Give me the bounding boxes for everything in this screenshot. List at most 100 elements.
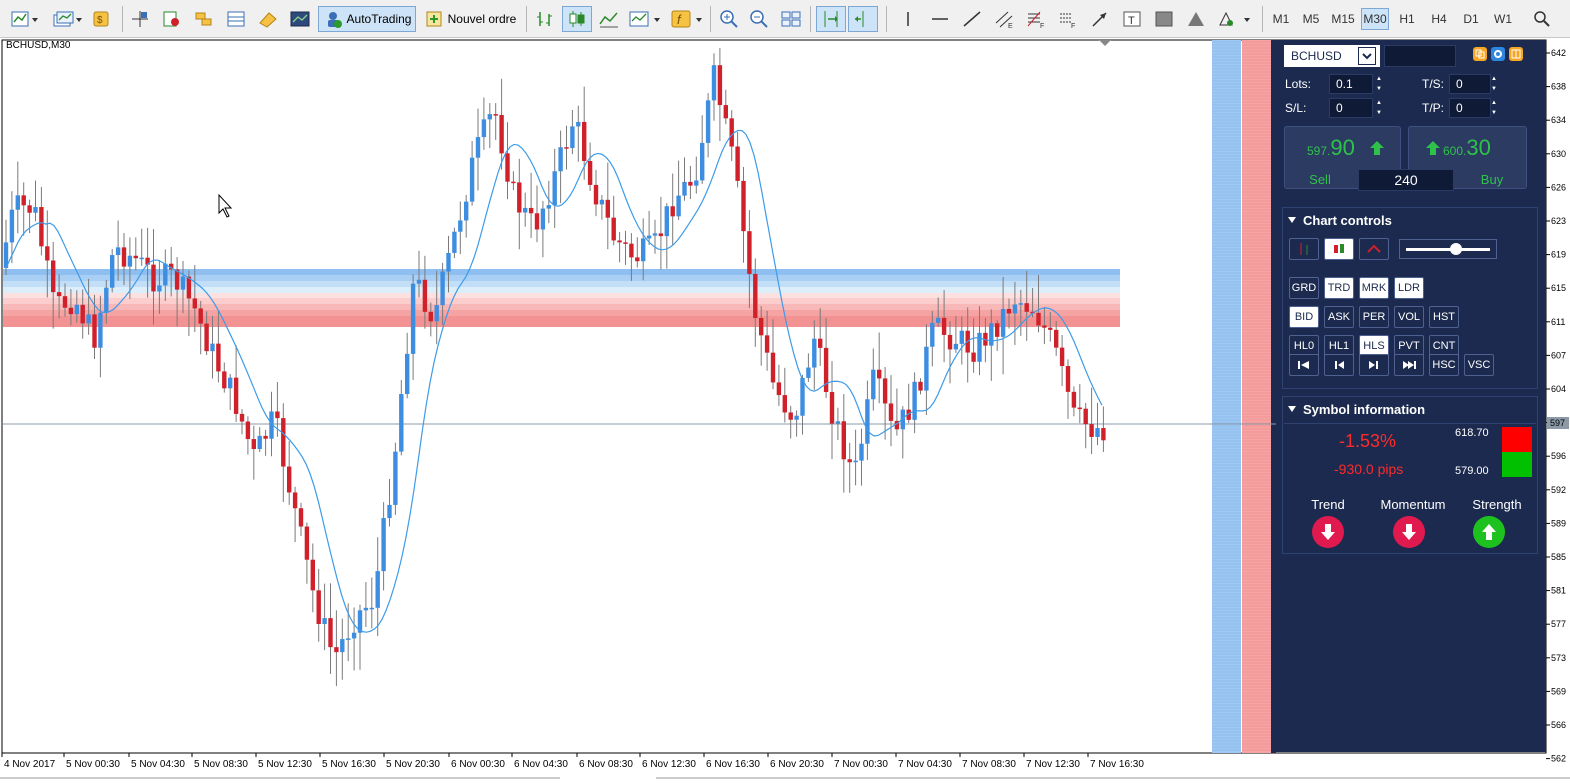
control-vol-button[interactable]: VOL bbox=[1394, 306, 1424, 328]
autoscroll-icon[interactable] bbox=[848, 6, 878, 32]
ts-spinner-icon[interactable]: ▲ ▼ bbox=[1489, 74, 1499, 94]
spread-input[interactable]: 240 bbox=[1358, 169, 1454, 191]
experts-icon[interactable] bbox=[256, 6, 280, 32]
control-bid-button[interactable]: BID bbox=[1289, 306, 1319, 328]
equidistant-channel-icon[interactable]: E bbox=[992, 6, 1016, 32]
zoom-slider[interactable] bbox=[1399, 239, 1497, 259]
text-tool-icon[interactable]: T bbox=[1120, 6, 1144, 32]
lots-spinner-icon[interactable]: ▲ ▼ bbox=[1374, 74, 1384, 94]
svg-text:$: $ bbox=[97, 15, 103, 26]
first-bar-button[interactable] bbox=[1289, 354, 1319, 376]
candlestick-chart-icon[interactable] bbox=[562, 6, 592, 32]
collapse-triangle-icon[interactable] bbox=[1287, 404, 1297, 414]
chart-shift-icon[interactable] bbox=[816, 6, 846, 32]
bearish-candle bbox=[1083, 408, 1088, 425]
bearish-candle bbox=[582, 121, 587, 161]
timeframe-h1[interactable]: H1 bbox=[1392, 8, 1422, 30]
timeframe-m5[interactable]: M5 bbox=[1296, 8, 1326, 30]
fibonacci-fan-icon[interactable]: F bbox=[1056, 6, 1080, 32]
arrow-tool-icon[interactable] bbox=[1088, 6, 1112, 32]
prev-bar-button[interactable] bbox=[1324, 354, 1354, 376]
bullish-candle bbox=[369, 607, 374, 610]
candles-icon bbox=[1334, 244, 1344, 253]
trend-label: Trend bbox=[1311, 497, 1345, 512]
collapse-triangle-icon[interactable] bbox=[1287, 215, 1297, 225]
bearish-candle bbox=[941, 317, 947, 335]
tp-input[interactable]: 0 bbox=[1449, 98, 1491, 118]
shapes-icon[interactable] bbox=[1214, 6, 1254, 32]
bullish-candle bbox=[139, 257, 144, 260]
settings-gear-icon[interactable] bbox=[1491, 47, 1505, 61]
copy-icon[interactable] bbox=[1473, 47, 1487, 61]
bearish-candle bbox=[45, 246, 50, 261]
line-chart-icon[interactable] bbox=[596, 6, 622, 32]
new-chart-icon[interactable] bbox=[8, 6, 42, 32]
slider-thumb[interactable] bbox=[1450, 243, 1462, 255]
bearish-candle bbox=[818, 338, 823, 348]
control-ask-button[interactable]: ASK bbox=[1324, 306, 1354, 328]
chevron-down-icon[interactable] bbox=[1358, 47, 1376, 65]
vertical-line-icon[interactable] bbox=[896, 6, 920, 32]
last-bar-button[interactable] bbox=[1394, 354, 1424, 376]
sl-spinner-icon[interactable]: ▲ ▼ bbox=[1374, 98, 1384, 118]
control-ldr-button[interactable]: LDR bbox=[1394, 277, 1424, 299]
tester-icon[interactable] bbox=[224, 6, 248, 32]
control-mrk-button[interactable]: MRK bbox=[1359, 277, 1389, 299]
timeframe-h4[interactable]: H4 bbox=[1424, 8, 1454, 30]
chart-type-bars-button[interactable] bbox=[1289, 238, 1319, 260]
symbol-extra-field[interactable] bbox=[1384, 45, 1456, 67]
new-order-button[interactable]: Nouvel ordre bbox=[420, 6, 520, 32]
timeframe-m30[interactable]: M30 bbox=[1361, 8, 1389, 30]
chart-type-line-button[interactable] bbox=[1359, 238, 1389, 260]
tile-windows-icon[interactable] bbox=[778, 6, 804, 32]
sl-input[interactable]: 0 bbox=[1329, 98, 1373, 118]
bearish-candle bbox=[658, 233, 664, 237]
bearish-candle bbox=[493, 114, 498, 116]
timeframe-w1[interactable]: W1 bbox=[1488, 8, 1518, 30]
bullish-candle bbox=[936, 317, 941, 323]
fibonacci-icon[interactable]: F bbox=[1024, 6, 1048, 32]
text-label-icon[interactable] bbox=[1152, 6, 1176, 32]
triangle-tool-icon[interactable] bbox=[1184, 6, 1208, 32]
chart-window-icon[interactable] bbox=[288, 6, 312, 32]
control-grd-button[interactable]: GRD bbox=[1289, 277, 1319, 299]
control-hsc-button[interactable]: HSC bbox=[1429, 354, 1459, 376]
control-hst-button[interactable]: HST bbox=[1429, 306, 1459, 328]
timeframe-m1[interactable]: M1 bbox=[1266, 8, 1296, 30]
bullish-candle bbox=[440, 271, 445, 306]
tp-spinner-icon[interactable]: ▲ ▼ bbox=[1489, 98, 1499, 118]
bearish-candle bbox=[304, 526, 310, 560]
price-axis-label: 585 bbox=[1551, 552, 1566, 562]
terminal-icon[interactable] bbox=[192, 6, 216, 32]
next-bar-button[interactable] bbox=[1359, 354, 1389, 376]
zoom-in-icon[interactable] bbox=[716, 6, 742, 32]
autotrading-button[interactable]: AutoTrading bbox=[318, 6, 416, 32]
trendline-icon[interactable] bbox=[960, 6, 984, 32]
navigator-icon[interactable] bbox=[160, 6, 184, 32]
profiles-icon[interactable] bbox=[50, 6, 84, 32]
control-trd-button[interactable]: TRD bbox=[1324, 277, 1354, 299]
bearish-candle bbox=[759, 317, 764, 336]
timeframe-m15[interactable]: M15 bbox=[1326, 8, 1360, 30]
function-icon[interactable]: f bbox=[668, 6, 706, 32]
ts-input[interactable]: 0 bbox=[1449, 74, 1491, 94]
control-per-button[interactable]: PER bbox=[1359, 306, 1389, 328]
bar-chart-icon[interactable] bbox=[532, 6, 558, 32]
zoom-out-icon[interactable] bbox=[746, 6, 772, 32]
bullish-candle bbox=[546, 205, 551, 209]
search-icon[interactable] bbox=[1530, 6, 1554, 32]
strength-up-arrow-icon bbox=[1473, 516, 1505, 548]
market-watch-icon[interactable]: $ bbox=[90, 6, 114, 32]
zone-band-2 bbox=[3, 281, 1120, 287]
data-window-icon[interactable] bbox=[128, 6, 152, 32]
timeframe-d1[interactable]: D1 bbox=[1456, 8, 1486, 30]
chart-type-candles-button[interactable] bbox=[1324, 238, 1354, 260]
indicators-icon[interactable] bbox=[626, 6, 664, 32]
bullish-candle bbox=[1018, 303, 1023, 305]
buy-price-big: 30 bbox=[1466, 135, 1491, 160]
bearish-candle bbox=[233, 377, 239, 414]
horizontal-line-icon[interactable] bbox=[928, 6, 952, 32]
layout-icon[interactable] bbox=[1509, 47, 1523, 61]
control-vsc-button[interactable]: VSC bbox=[1464, 354, 1494, 376]
lots-input[interactable]: 0.1 bbox=[1329, 74, 1373, 94]
